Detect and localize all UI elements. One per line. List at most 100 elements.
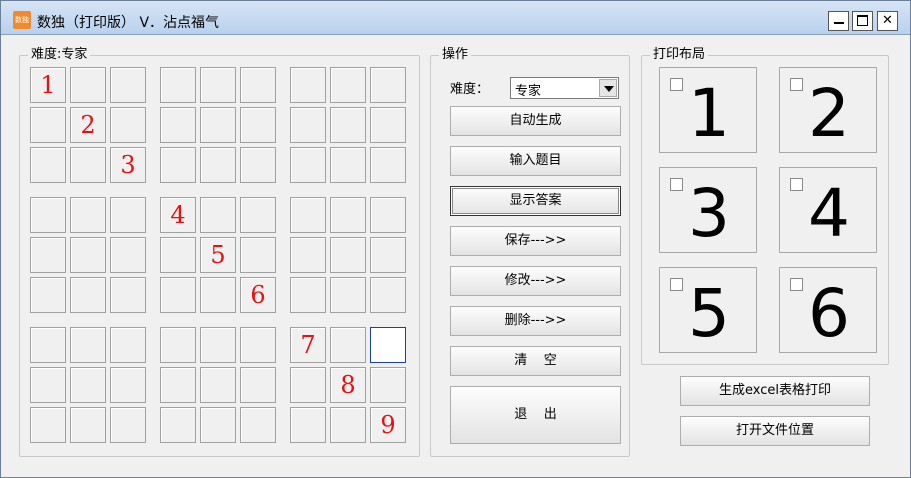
delete-button[interactable]: 删除--->> (450, 306, 621, 336)
sudoku-cell[interactable] (160, 327, 196, 363)
sudoku-cell[interactable]: 1 (30, 67, 66, 103)
layout-option-3[interactable]: 3 (659, 167, 757, 253)
sudoku-cell[interactable] (370, 67, 406, 103)
sudoku-cell[interactable]: 5 (200, 237, 236, 273)
clear-button[interactable]: 清 空 (450, 346, 621, 376)
sudoku-cell[interactable] (240, 197, 276, 233)
sudoku-cell[interactable] (160, 147, 196, 183)
sudoku-cell[interactable] (70, 197, 106, 233)
sudoku-cell[interactable] (290, 147, 326, 183)
sudoku-cell[interactable] (370, 367, 406, 403)
sudoku-cell[interactable] (70, 147, 106, 183)
sudoku-cell[interactable] (110, 237, 146, 273)
sudoku-cell[interactable]: 9 (370, 407, 406, 443)
layout-option-2[interactable]: 2 (779, 67, 877, 153)
sudoku-cell[interactable] (370, 147, 406, 183)
sudoku-cell[interactable] (200, 367, 236, 403)
sudoku-cell[interactable] (110, 197, 146, 233)
sudoku-cell[interactable]: 8 (330, 367, 366, 403)
sudoku-cell[interactable] (290, 367, 326, 403)
sudoku-cell[interactable] (70, 237, 106, 273)
sudoku-cell[interactable] (70, 407, 106, 443)
chevron-down-icon[interactable] (599, 79, 617, 97)
sudoku-cell[interactable] (200, 147, 236, 183)
sudoku-cell[interactable] (330, 237, 366, 273)
sudoku-cell[interactable]: 3 (110, 147, 146, 183)
sudoku-cell[interactable] (240, 67, 276, 103)
sudoku-cell[interactable]: 2 (70, 107, 106, 143)
layout-option-6[interactable]: 6 (779, 267, 877, 353)
sudoku-cell[interactable] (370, 197, 406, 233)
sudoku-cell[interactable] (160, 107, 196, 143)
difficulty-select[interactable]: 专家 (510, 77, 619, 99)
sudoku-cell[interactable] (110, 327, 146, 363)
sudoku-cell[interactable] (110, 67, 146, 103)
sudoku-cell[interactable] (240, 147, 276, 183)
sudoku-cell[interactable] (110, 367, 146, 403)
save-button[interactable]: 保存--->> (450, 226, 621, 256)
sudoku-cell[interactable] (70, 277, 106, 313)
sudoku-cell[interactable] (330, 197, 366, 233)
sudoku-cell[interactable] (200, 67, 236, 103)
sudoku-cell[interactable] (290, 67, 326, 103)
sudoku-cell[interactable] (30, 237, 66, 273)
sudoku-cell[interactable] (370, 107, 406, 143)
sudoku-cell[interactable] (370, 237, 406, 273)
title-bar[interactable]: 数独 数独（打印版） V．沾点福气 ✕ (1, 1, 910, 35)
sudoku-cell[interactable] (370, 277, 406, 313)
sudoku-cell[interactable] (200, 327, 236, 363)
sudoku-cell[interactable] (160, 237, 196, 273)
modify-button[interactable]: 修改--->> (450, 266, 621, 296)
sudoku-cell[interactable] (30, 107, 66, 143)
input-puzzle-button[interactable]: 输入题目 (450, 146, 621, 176)
exit-button[interactable]: 退 出 (450, 386, 621, 444)
sudoku-cell[interactable] (30, 327, 66, 363)
sudoku-cell[interactable] (30, 197, 66, 233)
show-answer-button[interactable]: 显示答案 (450, 186, 621, 216)
layout-option-5[interactable]: 5 (659, 267, 757, 353)
sudoku-cell[interactable] (70, 367, 106, 403)
sudoku-cell[interactable] (70, 67, 106, 103)
sudoku-cell[interactable] (160, 367, 196, 403)
sudoku-cell[interactable] (200, 277, 236, 313)
sudoku-cell[interactable] (30, 367, 66, 403)
sudoku-cell[interactable] (330, 327, 366, 363)
sudoku-cell[interactable] (30, 407, 66, 443)
open-file-location-button[interactable]: 打开文件位置 (680, 416, 870, 446)
layout-option-1[interactable]: 1 (659, 67, 757, 153)
sudoku-cell[interactable] (330, 407, 366, 443)
sudoku-cell[interactable] (290, 407, 326, 443)
sudoku-cell[interactable] (370, 327, 406, 363)
sudoku-cell[interactable] (200, 107, 236, 143)
sudoku-cell[interactable] (200, 197, 236, 233)
sudoku-cell[interactable] (330, 277, 366, 313)
sudoku-cell[interactable] (240, 327, 276, 363)
sudoku-cell[interactable] (330, 147, 366, 183)
close-button[interactable]: ✕ (877, 11, 898, 31)
sudoku-cell[interactable] (200, 407, 236, 443)
sudoku-cell[interactable] (110, 407, 146, 443)
sudoku-cell[interactable] (240, 367, 276, 403)
sudoku-cell[interactable] (30, 147, 66, 183)
sudoku-cell[interactable] (290, 277, 326, 313)
sudoku-cell[interactable] (110, 277, 146, 313)
sudoku-cell[interactable] (30, 277, 66, 313)
sudoku-cell[interactable]: 6 (240, 277, 276, 313)
generate-excel-button[interactable]: 生成excel表格打印 (680, 376, 870, 406)
sudoku-cell[interactable] (290, 197, 326, 233)
sudoku-cell[interactable] (160, 67, 196, 103)
sudoku-cell[interactable] (240, 107, 276, 143)
sudoku-cell[interactable] (290, 237, 326, 273)
sudoku-cell[interactable] (290, 107, 326, 143)
sudoku-cell[interactable] (240, 407, 276, 443)
auto-generate-button[interactable]: 自动生成 (450, 106, 621, 136)
sudoku-cell[interactable]: 4 (160, 197, 196, 233)
sudoku-cell[interactable] (240, 237, 276, 273)
layout-option-4[interactable]: 4 (779, 167, 877, 253)
sudoku-cell[interactable] (160, 277, 196, 313)
minimize-button[interactable] (828, 11, 849, 31)
sudoku-cell[interactable] (110, 107, 146, 143)
sudoku-cell[interactable]: 7 (290, 327, 326, 363)
sudoku-cell[interactable] (70, 327, 106, 363)
maximize-button[interactable] (852, 11, 873, 31)
